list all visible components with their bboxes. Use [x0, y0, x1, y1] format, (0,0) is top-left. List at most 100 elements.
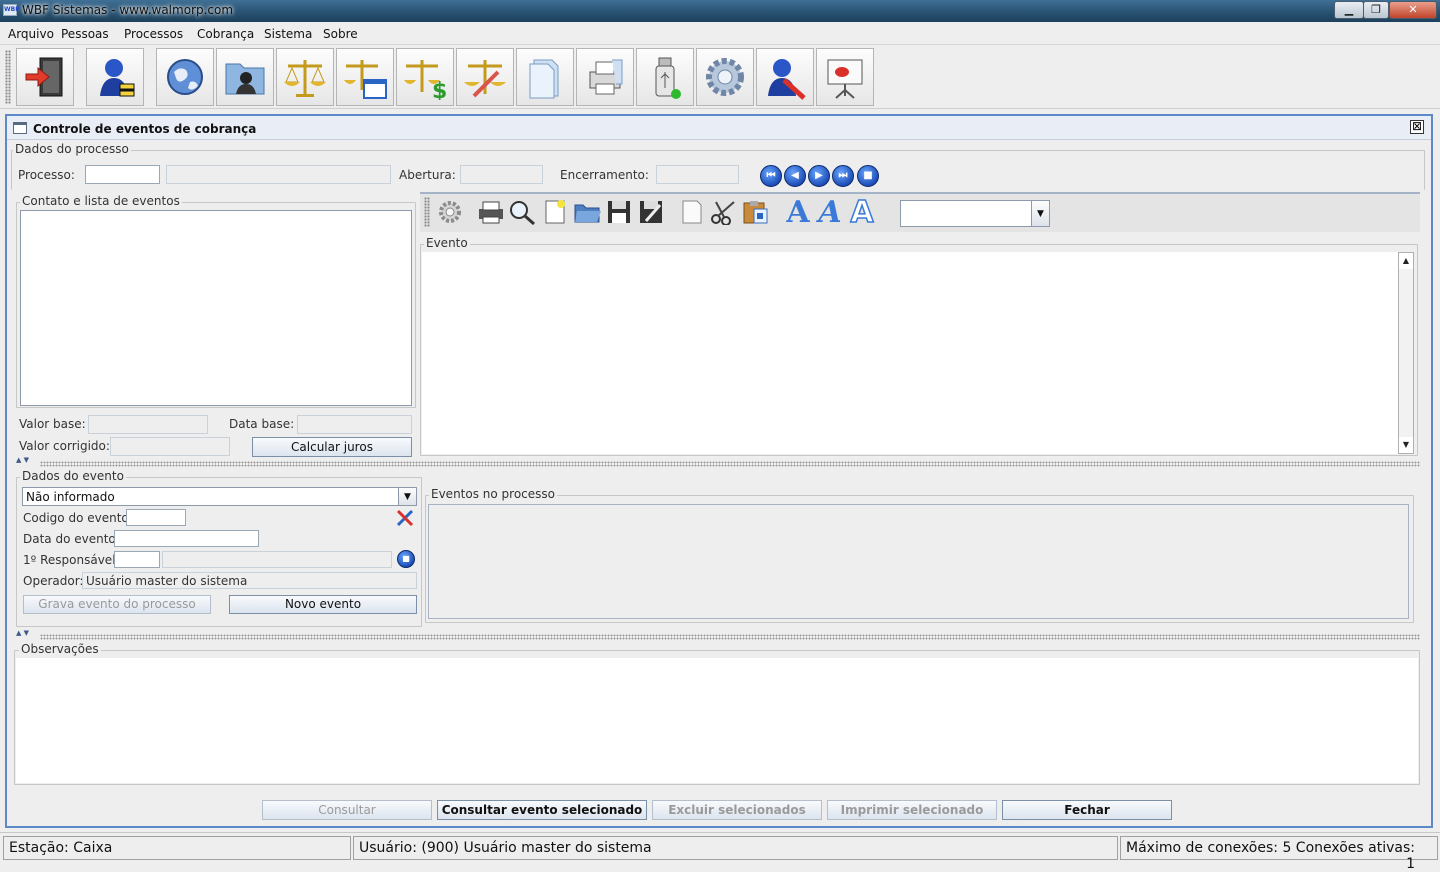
fechar-button[interactable]: Fechar [1002, 800, 1172, 820]
font-outline-button[interactable]: A [847, 194, 877, 231]
minimize-button[interactable]: ▁ [1334, 1, 1364, 19]
calcular-juros-button[interactable]: Calcular juros [252, 437, 412, 457]
globe-icon [167, 59, 203, 95]
users-button[interactable] [86, 48, 144, 106]
editor-save-button[interactable] [604, 197, 634, 227]
scales-window-icon [344, 60, 387, 99]
event-type-select[interactable]: Não informado ▼ [22, 487, 417, 506]
scales-edit-icon [464, 60, 506, 98]
close-window-button[interactable]: ✕ [1389, 1, 1437, 19]
consultar-evento-button[interactable]: Consultar evento selecionado [437, 800, 647, 820]
encerramento-label: Encerramento: [560, 168, 649, 182]
new-document-icon [545, 200, 565, 224]
responsavel-input[interactable] [114, 551, 160, 568]
menu-sobre[interactable]: Sobre [323, 27, 358, 41]
editor-settings-button[interactable] [435, 197, 465, 227]
editor-open-button[interactable] [572, 197, 602, 227]
font-italic-button[interactable]: A [815, 195, 845, 230]
menu-sistema[interactable]: Sistema [264, 27, 312, 41]
justice-money-button[interactable]: $ [396, 48, 454, 106]
editor-cut-button[interactable] [709, 197, 739, 227]
processo-input[interactable] [85, 165, 160, 184]
event-text-area[interactable] [422, 252, 1398, 454]
print-button[interactable] [576, 48, 634, 106]
settings-gear-icon [706, 58, 744, 96]
abertura-field [460, 165, 543, 184]
contacts-button[interactable] [216, 48, 274, 106]
menu-processos[interactable]: Processos [124, 27, 183, 41]
window-title: WBF Sistemas - www.walmorp.com [22, 3, 234, 17]
justice-window-button[interactable] [336, 48, 394, 106]
nav-stop-button[interactable]: ■ [857, 165, 879, 187]
editor-page-button[interactable] [677, 197, 707, 227]
editor-paste-button[interactable] [741, 197, 771, 227]
justice-edit-button[interactable] [456, 48, 514, 106]
editor-save-as-button[interactable] [636, 197, 666, 227]
scissors-icon [711, 201, 735, 225]
user-tools-button[interactable] [756, 48, 814, 106]
excluir-selecionados-button[interactable]: Excluir selecionados [652, 800, 822, 820]
menu-cobranca[interactable]: Cobrança [197, 27, 254, 41]
usb-button[interactable] [636, 48, 694, 106]
editor-search-button[interactable] [507, 197, 537, 227]
process-events-table[interactable] [428, 504, 1409, 619]
split-divider[interactable] [40, 634, 1420, 640]
scroll-up-icon[interactable]: ▲ [1399, 253, 1413, 269]
data-evento-input[interactable] [114, 530, 259, 547]
window-title-bar[interactable]: WBF WBF Sistemas - www.walmorp.com ▁ ❐ ✕ [0, 0, 1440, 22]
split-arrows-icon[interactable]: ▲ ▼ [16, 457, 29, 464]
contact-group-label: Contato e lista de eventos [20, 194, 182, 208]
menu-arquivo[interactable]: Arquivo [8, 27, 54, 41]
editor-toolbar-grip[interactable] [424, 197, 430, 227]
nav-last-button[interactable]: ⏭ [832, 165, 854, 187]
menu-pessoas[interactable]: Pessoas [61, 27, 109, 41]
split-divider[interactable] [40, 461, 1420, 467]
valor-base-label: Valor base: [19, 417, 86, 431]
grava-evento-button[interactable]: Grava evento do processo [23, 595, 211, 614]
maximize-button[interactable]: ❐ [1363, 1, 1389, 19]
codigo-input[interactable] [126, 509, 186, 526]
consultar-button[interactable]: Consultar [262, 800, 432, 820]
save-as-icon [640, 201, 662, 223]
codigo-label: Codigo do evento: [23, 511, 133, 525]
observacoes-label: Observações [19, 642, 101, 656]
font-bold-button[interactable]: A [783, 195, 813, 230]
frame-close-button[interactable]: ⊠ [1410, 120, 1424, 134]
frame-header[interactable]: Controle de eventos de cobrança ⊠ [7, 116, 1431, 140]
responsavel-name-field [162, 551, 392, 568]
tools-icon [396, 509, 414, 527]
event-tools-button[interactable] [395, 508, 415, 528]
novo-evento-button[interactable]: Novo evento [229, 595, 417, 614]
events-contact-list[interactable] [20, 210, 412, 406]
exit-button[interactable] [16, 48, 74, 106]
scroll-down-icon[interactable]: ▼ [1399, 437, 1413, 453]
split-arrows-icon[interactable]: ▲ ▼ [16, 630, 29, 637]
nav-first-button[interactable]: ⏮ [760, 165, 782, 187]
scales-money-icon: $ [404, 60, 447, 100]
user-tools-icon [768, 59, 806, 100]
observacoes-text-area[interactable] [16, 658, 1418, 783]
web-button[interactable] [156, 48, 214, 106]
event-scrollbar[interactable]: ▲ ▼ [1398, 252, 1414, 454]
responsavel-stop-button[interactable]: ■ [397, 550, 415, 568]
editor-print-button[interactable] [476, 197, 506, 227]
nav-next-button[interactable]: ▶ [808, 165, 830, 187]
processo-description-field [166, 165, 391, 184]
justice-button[interactable] [276, 48, 334, 106]
editor-new-button[interactable] [540, 197, 570, 227]
toolbar-grip[interactable] [5, 50, 11, 104]
svg-text:$: $ [432, 79, 447, 100]
font-size-select[interactable]: ▼ [900, 200, 1050, 227]
valor-corrigido-label: Valor corrigido: [19, 439, 110, 453]
abertura-label: Abertura: [399, 168, 456, 182]
documents-button[interactable] [516, 48, 574, 106]
chevron-down-icon: ▼ [398, 488, 416, 505]
operador-label: Operador: [23, 574, 84, 588]
scales-justice-icon [284, 60, 326, 97]
process-group-label: Dados do processo [13, 142, 131, 156]
valor-corrigido-field [110, 437, 230, 456]
imprimir-selecionado-button[interactable]: Imprimir selecionado [827, 800, 997, 820]
settings-button[interactable] [696, 48, 754, 106]
presentation-button[interactable] [816, 48, 874, 106]
nav-previous-button[interactable]: ◀ [784, 165, 806, 187]
